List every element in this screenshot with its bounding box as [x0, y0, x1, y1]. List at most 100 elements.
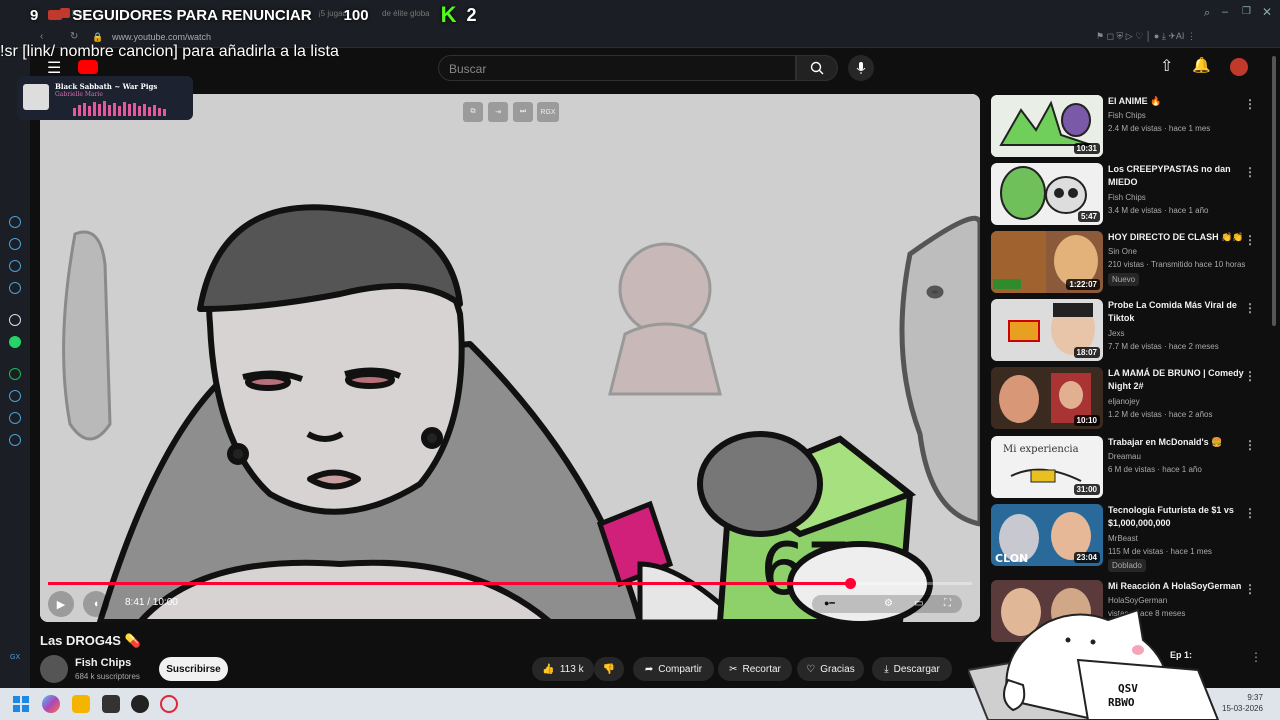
recommendation-item[interactable]: 10:31 El ANIME 🔥 Fish Chips 2.4 M de vis… [991, 95, 1266, 157]
video-thumbnail[interactable]: Mi experiencia 31:00 [991, 436, 1103, 498]
video-player[interactable]: 67 [40, 94, 980, 622]
share-icon: ➦ [644, 663, 654, 675]
recommendation-item[interactable]: 10:10 LA MAMÁ DE BRUNO | Comedy Night 2#… [991, 367, 1266, 429]
theater-icon[interactable]: ▭ [914, 598, 923, 609]
player-right-controls[interactable]: ●━ ⚙ ▭ ⛶ [812, 595, 962, 613]
spotify-icon[interactable] [9, 368, 21, 380]
whatsapp-icon[interactable] [9, 336, 21, 348]
url-text[interactable]: www.youtube.com/watch [112, 32, 211, 42]
more-options-icon[interactable]: ⋮ [1244, 301, 1256, 315]
sidebar-app-icon[interactable] [9, 238, 21, 250]
recommendation-channel[interactable]: eljanojey [1108, 397, 1140, 406]
fullscreen-icon[interactable]: ⛶ [944, 598, 951, 609]
autoplay-toggle[interactable]: ●━ [824, 598, 835, 609]
back-icon[interactable]: ‹ [40, 31, 43, 42]
channel-name[interactable]: Fish Chips [75, 657, 131, 669]
video-duration: 5:47 [1077, 211, 1100, 222]
sidebar-app-icon[interactable] [9, 282, 21, 294]
sidebar-app-icon[interactable] [9, 216, 21, 228]
recommendation-channel[interactable]: Sin One [1108, 247, 1137, 256]
more-options-icon[interactable]: ⋮ [1250, 650, 1262, 664]
share-button[interactable]: ➦ Compartir [633, 657, 714, 681]
obs-icon[interactable] [131, 695, 149, 713]
volume-button[interactable]: ◖ [83, 591, 109, 617]
download-button[interactable]: ⤓ Descargar [872, 657, 952, 681]
recommendation-title[interactable]: Los CREEPYPASTAS no dan MIEDO [1108, 163, 1248, 189]
sidebar-app-icon[interactable] [9, 412, 21, 424]
maximize-icon[interactable]: ❐ [1242, 6, 1251, 17]
recommendation-title[interactable]: Mi Reacción A HolaSoyGerman [1108, 580, 1248, 593]
recommendation-title[interactable]: Tecnología Futurista de $1 vs $1,000,000… [1108, 504, 1248, 530]
voice-search-button[interactable] [848, 55, 874, 81]
chatgpt-icon[interactable] [9, 314, 21, 326]
sidebar-app-icon[interactable] [9, 260, 21, 272]
notifications-icon[interactable]: 🔔 [1192, 56, 1211, 74]
more-options-icon[interactable]: ⋮ [1244, 506, 1256, 520]
video-thumbnail[interactable]: 18:07 [991, 299, 1103, 361]
recommendation-channel[interactable]: Jexs [1108, 329, 1124, 338]
more-options-icon[interactable]: ⋮ [1244, 438, 1256, 452]
more-options-icon[interactable]: ⋮ [1244, 582, 1256, 596]
clip-button[interactable]: ✂ Recortar [718, 657, 792, 681]
recommendation-title[interactable]: LA MAMÁ DE BRUNO | Comedy Night 2# [1108, 367, 1248, 393]
thanks-button[interactable]: ♡ Gracias [797, 657, 864, 681]
rgx-button[interactable]: RGX [537, 102, 559, 122]
clock-time: 9:37 [1247, 693, 1263, 702]
audio-visualizer [73, 101, 166, 116]
dislike-button[interactable]: 👎 [594, 657, 624, 681]
recommendation-channel[interactable]: Fish Chips [1108, 111, 1146, 120]
thumbs-up-icon: 👍 [542, 663, 555, 675]
recommendation-channel[interactable]: MrBeast [1108, 534, 1138, 543]
recommendation-item[interactable]: Mi experiencia 31:00 Trabajar en McDonal… [991, 436, 1266, 498]
reload-icon[interactable]: ↻ [70, 31, 78, 42]
video-thumbnail[interactable]: 5:47 [991, 163, 1103, 225]
recommendation-title[interactable]: Probe La Comida Más Viral de Tiktok [1108, 299, 1248, 325]
recommendation-item[interactable]: 5:47 Los CREEPYPASTAS no dan MIEDO Fish … [991, 163, 1266, 225]
miniplayer-icon[interactable]: ⧉ [463, 102, 483, 122]
recommendation-title[interactable]: HOY DIRECTO DE CLASH 👏👏 [1108, 231, 1248, 244]
search-tabs-icon[interactable]: ⌕ [1204, 7, 1210, 20]
menu-icon[interactable]: ☰ [47, 58, 61, 78]
play-button[interactable]: ▶ [48, 591, 74, 617]
video-thumbnail[interactable]: 1:22:07 [991, 231, 1103, 293]
recommendation-channel[interactable]: Dreamau [1108, 452, 1141, 461]
copilot-icon[interactable] [42, 695, 60, 713]
avatar[interactable] [1230, 58, 1248, 76]
more-options-icon[interactable]: ⋮ [1244, 369, 1256, 383]
windows-start-icon[interactable] [12, 695, 30, 713]
video-thumbnail[interactable]: CLON 23:04 [991, 504, 1103, 566]
recommendation-item[interactable]: 1:22:07 HOY DIRECTO DE CLASH 👏👏 Sin One … [991, 231, 1266, 293]
minimize-icon[interactable]: – [1222, 6, 1228, 18]
video-thumbnail[interactable]: 10:31 [991, 95, 1103, 157]
system-clock[interactable]: 9:37 15-03-2026 [1222, 692, 1263, 714]
app-icon[interactable] [102, 695, 120, 713]
youtube-logo[interactable] [78, 60, 98, 74]
extensions-icons[interactable]: ⚑ ◻ ⛨ ▷ ♡ │ ● ⤓ ✈AI ⋮ [1096, 31, 1196, 42]
upload-icon[interactable]: ⇧ [1160, 56, 1173, 76]
video-thumbnail[interactable]: 10:10 [991, 367, 1103, 429]
settings-icon[interactable]: ⚙ [884, 598, 893, 609]
history-icon[interactable] [9, 390, 21, 402]
more-options-icon[interactable]: ⋮ [1244, 233, 1256, 247]
progress-scrubber[interactable] [845, 578, 857, 589]
file-explorer-icon[interactable] [72, 695, 90, 713]
recommendation-item[interactable]: 18:07 Probe La Comida Más Viral de Tikto… [991, 299, 1266, 361]
settings-icon[interactable] [9, 434, 21, 446]
recommendation-title[interactable]: Trabajar en McDonald's 🍔 [1108, 436, 1248, 449]
recommendation-title[interactable]: El ANIME 🔥 [1108, 95, 1248, 108]
video-duration: 10:31 [1073, 143, 1100, 154]
opera-gx-icon[interactable] [160, 695, 178, 713]
scrollbar[interactable] [1272, 56, 1276, 326]
more-options-icon[interactable]: ⋮ [1244, 97, 1256, 111]
like-button[interactable]: 👍 113 k [532, 657, 594, 681]
search-input[interactable]: Buscar [438, 55, 796, 81]
cast-icon[interactable]: ⇥ [488, 102, 508, 122]
subscribe-button[interactable]: Suscribirse [159, 657, 228, 681]
search-button[interactable] [796, 55, 838, 81]
more-options-icon[interactable]: ⋮ [1244, 165, 1256, 179]
recommendation-channel[interactable]: Fish Chips [1108, 193, 1146, 202]
channel-avatar[interactable] [40, 655, 68, 683]
close-icon[interactable]: ✕ [1262, 5, 1272, 19]
recommendation-item[interactable]: CLON 23:04 Tecnología Futurista de $1 vs… [991, 504, 1266, 572]
skip-icon[interactable]: ⏭ [513, 102, 533, 122]
